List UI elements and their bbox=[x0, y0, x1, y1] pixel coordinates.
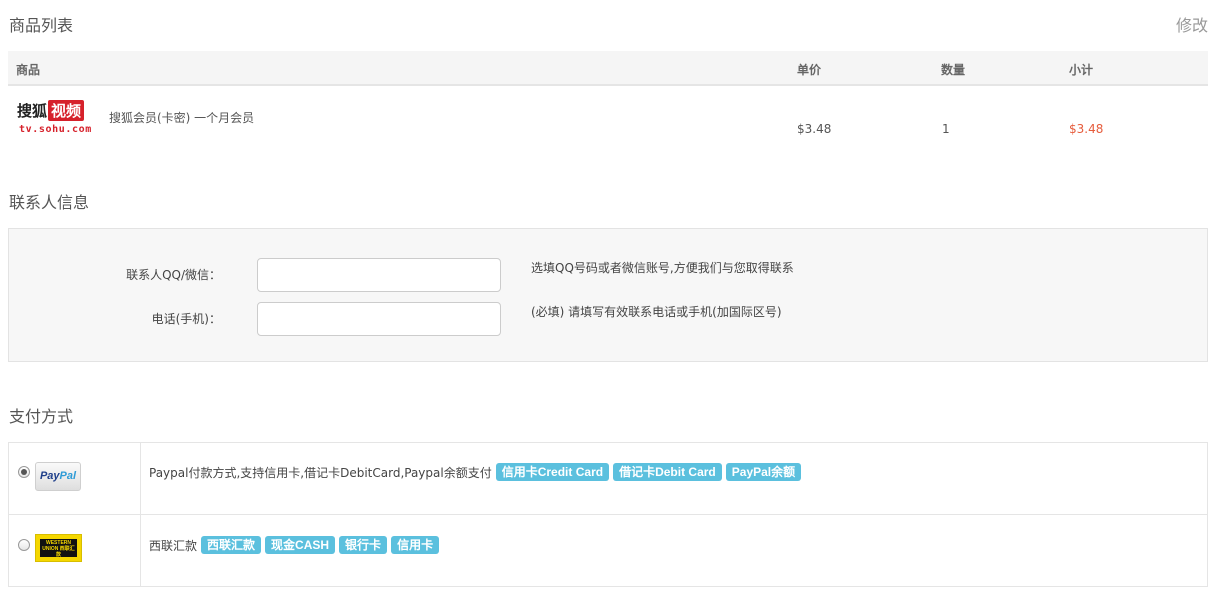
product-price: $3.48 bbox=[797, 122, 832, 136]
contact-section-title: 联系人信息 bbox=[9, 193, 90, 212]
paypal-description: Paypal付款方式,支持信用卡,借记卡DebitCard,Paypal余额支付 bbox=[149, 465, 492, 480]
paypal-logo: PayPal bbox=[35, 462, 81, 491]
product-qty: 1 bbox=[942, 122, 950, 136]
logo-text: 搜狐 bbox=[17, 102, 48, 120]
paypal-radio[interactable] bbox=[18, 466, 30, 478]
paypal-description-line: Paypal付款方式,支持信用卡,借记卡DebitCard,Paypal余额支付… bbox=[149, 463, 802, 481]
tag-paypal-balance: PayPal余额 bbox=[725, 463, 802, 481]
column-header-price: 单价 bbox=[797, 63, 822, 77]
tag-western-union: 西联汇款 bbox=[201, 536, 262, 554]
logo-url: tv.sohu.com bbox=[19, 124, 92, 135]
payment-option-western-union[interactable]: WESTERN UNION 西联汇款 西联汇款 西联汇款 现金CASH 银行卡 … bbox=[9, 515, 1207, 586]
payment-option-paypal[interactable]: PayPal Paypal付款方式,支持信用卡,借记卡DebitCard,Pay… bbox=[9, 443, 1207, 515]
products-section-title: 商品列表 bbox=[9, 16, 74, 35]
western-union-description-line: 西联汇款 西联汇款 现金CASH 银行卡 信用卡 bbox=[149, 536, 440, 554]
payment-methods-table: PayPal Paypal付款方式,支持信用卡,借记卡DebitCard,Pay… bbox=[8, 442, 1208, 587]
phone-hint: (必填) 请填写有效联系电话或手机(加国际区号) bbox=[531, 305, 782, 319]
qq-wechat-input[interactable] bbox=[257, 258, 501, 292]
payment-section-title: 支付方式 bbox=[9, 407, 74, 426]
column-header-product: 商品 bbox=[16, 63, 41, 77]
tag-cash: 现金CASH bbox=[265, 536, 336, 554]
western-union-logo-text: WESTERN UNION 西联汇款 bbox=[40, 539, 77, 558]
phone-label: 电话(手机)： bbox=[151, 312, 221, 326]
qq-wechat-hint: 选填QQ号码或者微信账号,方便我们与您取得联系 bbox=[531, 261, 794, 275]
western-union-description: 西联汇款 bbox=[149, 538, 198, 553]
payment-option-selector: PayPal bbox=[9, 443, 141, 514]
tag-credit-card: 信用卡Credit Card bbox=[495, 463, 610, 481]
column-header-subtotal: 小计 bbox=[1069, 63, 1094, 77]
contact-form: 联系人QQ/微信： 选填QQ号码或者微信账号,方便我们与您取得联系 电话(手机)… bbox=[8, 228, 1208, 362]
products-table-header: 商品 单价 数量 小计 bbox=[8, 51, 1208, 86]
logo-highlight: 视频 bbox=[48, 100, 85, 121]
western-union-logo: WESTERN UNION 西联汇款 bbox=[35, 534, 82, 562]
paypal-logo-pal: Pal bbox=[59, 470, 77, 482]
phone-input[interactable] bbox=[257, 302, 501, 336]
product-subtotal: $3.48 bbox=[1069, 122, 1104, 136]
sohu-video-logo: 搜狐 视频 tv.sohu.com bbox=[17, 100, 97, 140]
payment-option-selector: WESTERN UNION 西联汇款 bbox=[9, 515, 141, 586]
column-header-qty: 数量 bbox=[941, 63, 966, 77]
edit-link[interactable]: 修改 bbox=[1176, 12, 1208, 36]
table-row: 搜狐 视频 tv.sohu.com 搜狐会员(卡密) 一个月会员 $3.48 1 … bbox=[8, 87, 1208, 162]
tag-debit-card: 借记卡Debit Card bbox=[613, 463, 722, 481]
product-name: 搜狐会员(卡密) 一个月会员 bbox=[109, 111, 255, 125]
paypal-logo-pay: Pay bbox=[39, 470, 60, 482]
tag-bank-card: 银行卡 bbox=[339, 536, 388, 554]
tag-credit-card: 信用卡 bbox=[391, 536, 440, 554]
western-union-radio[interactable] bbox=[18, 539, 30, 551]
qq-wechat-label: 联系人QQ/微信： bbox=[126, 268, 221, 282]
